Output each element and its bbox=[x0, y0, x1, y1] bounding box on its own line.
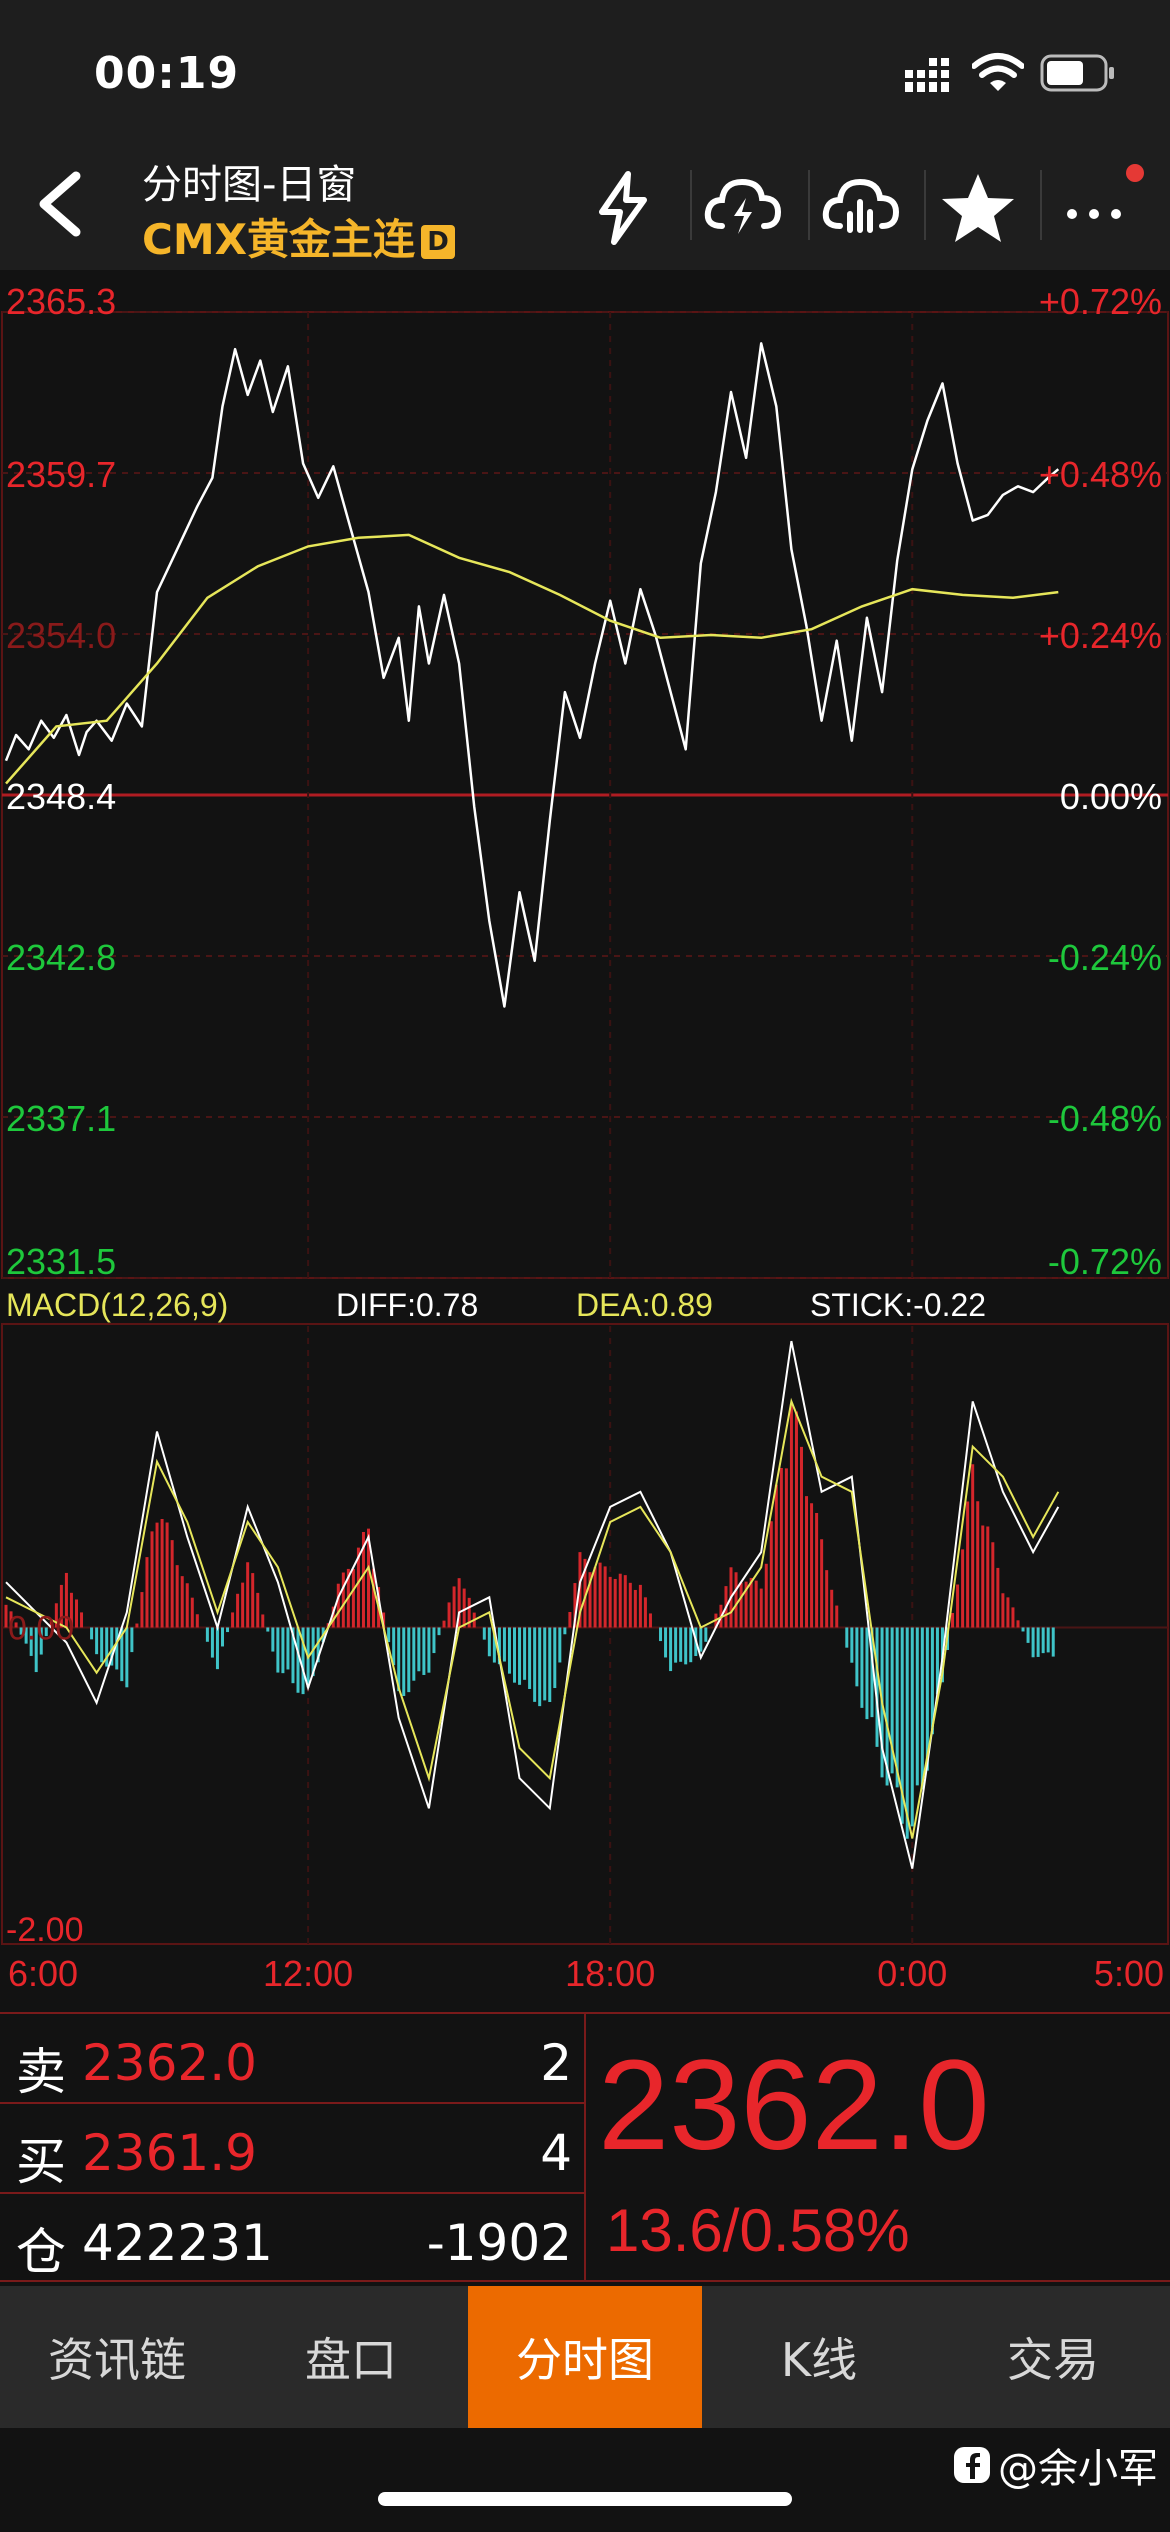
macd-zero-label: 0.00 bbox=[8, 1609, 74, 1647]
percent-tick-label: 0.00% bbox=[1060, 776, 1162, 817]
average-price-line bbox=[5, 533, 1059, 785]
time-tick-label: 6:00 bbox=[8, 1953, 78, 1994]
more-icon[interactable] bbox=[1056, 168, 1136, 248]
percent-tick-label: +0.72% bbox=[1039, 281, 1162, 322]
time-tick-label: 12:00 bbox=[263, 1953, 353, 1994]
divider bbox=[0, 2280, 1170, 2282]
divider bbox=[584, 2012, 586, 2282]
macd-dea-label: DEA:0.89 bbox=[576, 1287, 713, 1323]
macd-stick-label: STICK:-0.22 bbox=[810, 1287, 986, 1323]
day-badge: D bbox=[421, 225, 456, 259]
instrument-name: CMX黄金主连 D bbox=[142, 206, 456, 267]
price-tick-label: 2331.5 bbox=[6, 1241, 116, 1282]
back-arrow-icon[interactable] bbox=[30, 168, 90, 240]
buy-row[interactable]: 买 2361.9 4 bbox=[0, 2104, 584, 2194]
page-title: 分时图-日窗 bbox=[142, 162, 357, 208]
macd-dea-line bbox=[5, 1397, 1060, 1839]
percent-tick-label: +0.48% bbox=[1039, 454, 1162, 495]
tab-intraday[interactable]: 分时图 bbox=[468, 2286, 702, 2428]
price-line bbox=[4, 342, 1060, 1008]
open-interest-row: 仓 422231 -1902 bbox=[0, 2194, 584, 2284]
buy-price: 2361.9 bbox=[82, 2124, 257, 2182]
instrument-label: CMX黄金主连 bbox=[142, 215, 416, 264]
header-separator bbox=[924, 170, 926, 240]
time-tick-label: 0:00 bbox=[877, 1953, 947, 1994]
battery-icon bbox=[1040, 54, 1114, 92]
percent-tick-label: -0.72% bbox=[1048, 1241, 1162, 1282]
status-time: 00:19 bbox=[94, 48, 240, 99]
header-separator bbox=[808, 170, 810, 240]
home-indicator[interactable] bbox=[378, 2492, 792, 2506]
price-tick-label: 2354.0 bbox=[6, 615, 116, 656]
macd-panel-frame bbox=[1, 1323, 1169, 1945]
sell-label: 卖 bbox=[16, 2043, 66, 2101]
cloud-chart-icon[interactable] bbox=[820, 168, 900, 248]
buy-label: 买 bbox=[16, 2133, 66, 2191]
macd-title: MACD(12,26,9) bbox=[6, 1287, 228, 1323]
percent-tick-label: -0.48% bbox=[1048, 1098, 1162, 1139]
watermark: @余小军 bbox=[952, 2436, 1158, 2494]
cloud-lightning-icon[interactable] bbox=[702, 168, 782, 248]
price-tick-label: 2365.3 bbox=[6, 281, 116, 322]
header-separator bbox=[1040, 170, 1042, 240]
tab-order-book[interactable]: 盘口 bbox=[234, 2286, 468, 2428]
price-tick-label: 2359.7 bbox=[6, 454, 116, 495]
price-tick-label: 2342.8 bbox=[6, 937, 116, 978]
buy-qty: 4 bbox=[540, 2124, 572, 2182]
social-logo-icon bbox=[954, 2447, 990, 2483]
wifi-icon bbox=[972, 53, 1024, 91]
bottom-tab-bar: 资讯链 盘口 分时图 K线 交易 bbox=[0, 2286, 1170, 2428]
price-tick-label: 2348.4 bbox=[6, 776, 116, 817]
tab-kline[interactable]: K线 bbox=[702, 2286, 936, 2428]
star-icon[interactable] bbox=[938, 168, 1018, 248]
sell-row[interactable]: 卖 2362.0 2 bbox=[0, 2014, 584, 2104]
lightning-icon[interactable] bbox=[584, 168, 664, 248]
cellular-signal-icon bbox=[905, 58, 949, 92]
macd-diff-label: DIFF:0.78 bbox=[336, 1287, 478, 1323]
time-tick-label: 5:00 bbox=[1094, 1953, 1164, 1994]
header-separator bbox=[690, 170, 692, 240]
intraday-chart[interactable]: 2365.3 +0.72% 2359.7 +0.48% 2354.0 +0.24% 2348… bbox=[0, 270, 1170, 2014]
tab-trade[interactable]: 交易 bbox=[936, 2286, 1170, 2428]
quote-panel: 卖 2362.0 2 买 2361.9 4 仓 422231 -1902 236… bbox=[0, 2012, 1170, 2282]
oi-change: -1902 bbox=[426, 2214, 572, 2272]
bottom-area: @余小军 bbox=[0, 2428, 1170, 2532]
sell-qty: 2 bbox=[540, 2034, 572, 2092]
watermark-text: @余小军 bbox=[998, 2446, 1158, 2492]
tab-news-chain[interactable]: 资讯链 bbox=[0, 2286, 234, 2428]
price-tick-label: 2337.1 bbox=[6, 1098, 116, 1139]
last-price: 2362.0 bbox=[598, 2034, 990, 2177]
sell-price: 2362.0 bbox=[82, 2034, 257, 2092]
price-change: 13.6/0.58% bbox=[606, 2197, 910, 2264]
oi-label: 仓 bbox=[16, 2223, 66, 2281]
notification-dot bbox=[1126, 164, 1144, 182]
intraday-chart-panel[interactable]: 2365.3 +0.72% 2359.7 +0.48% 2354.0 +0.24% 2348… bbox=[0, 270, 1170, 2014]
time-tick-label: 18:00 bbox=[565, 1953, 655, 1994]
oi-value: 422231 bbox=[82, 2214, 273, 2272]
macd-min-label: -2.00 bbox=[6, 1911, 84, 1949]
app-header: 分时图-日窗 CMX黄金主连 D bbox=[0, 140, 1170, 270]
percent-tick-label: -0.24% bbox=[1048, 937, 1162, 978]
status-bar: 00:19 bbox=[0, 0, 1170, 140]
percent-tick-label: +0.24% bbox=[1039, 615, 1162, 656]
